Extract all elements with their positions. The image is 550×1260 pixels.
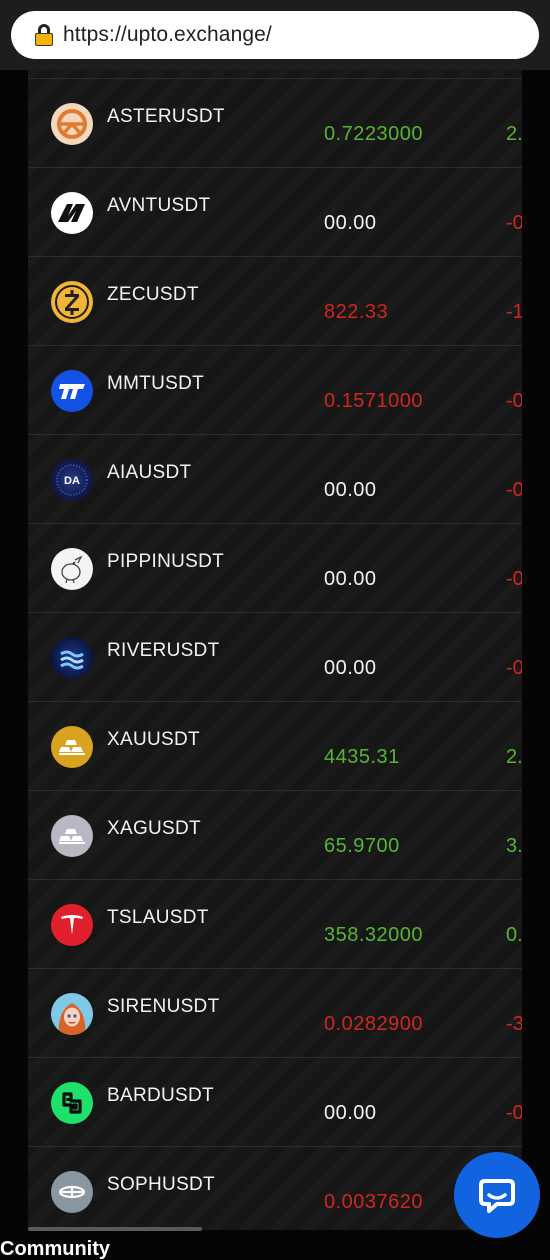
symbol-label: BARDUSDT — [107, 1085, 214, 1106]
pippin-coin-icon — [51, 548, 93, 590]
url-text[interactable]: https://upto.exchange/ — [63, 23, 272, 47]
market-row[interactable]: PIPPINUSDT 00.00 -0 — [28, 523, 522, 612]
gold-bars-icon — [51, 726, 93, 768]
market-row[interactable]: DA AIAUSDT 00.00 -0 — [28, 434, 522, 523]
symbol-label: TSLAUSDT — [107, 907, 209, 928]
symbol-label: XAUUSDT — [107, 729, 200, 750]
price-value: 0.1571000 — [324, 390, 424, 412]
chat-button[interactable] — [454, 1152, 540, 1238]
market-row[interactable]: ASTERUSDT 0.7223000 2. — [28, 78, 522, 167]
price-value: 0.0037620 — [324, 1191, 424, 1213]
aia-coin-icon: DA — [51, 459, 93, 501]
lock-icon — [35, 24, 53, 46]
aster-coin-icon — [51, 103, 93, 145]
svg-text:DA: DA — [64, 475, 80, 487]
change-value: -0 — [506, 1102, 522, 1124]
zec-coin-icon — [51, 281, 93, 323]
symbol-label: SOPHUSDT — [107, 1174, 215, 1195]
market-row[interactable]: AVNTUSDT 00.00 -0 — [28, 167, 522, 256]
siren-avatar-icon — [51, 993, 93, 1035]
symbol-label: ASTERUSDT — [107, 106, 225, 127]
river-coin-icon — [51, 637, 93, 679]
change-value: 0. — [506, 924, 522, 946]
symbol-label: AVNTUSDT — [107, 195, 211, 216]
silver-bars-icon — [51, 815, 93, 857]
mmt-coin-icon — [51, 370, 93, 412]
market-row[interactable]: BARDUSDT 00.00 -0 — [28, 1057, 522, 1146]
market-row[interactable]: SOPHUSDT 0.0037620 — [28, 1146, 522, 1230]
price-value: 65.9700 — [324, 835, 400, 857]
change-value: -1 — [506, 301, 522, 323]
price-value: 358.32000 — [324, 924, 424, 946]
price-value: 822.33 — [324, 301, 389, 323]
price-value: 00.00 — [324, 657, 377, 679]
market-row[interactable]: XAUUSDT 4435.31 2. — [28, 701, 522, 790]
price-value: 00.00 — [324, 1102, 377, 1124]
market-list: ASTERUSDT 0.7223000 2. AVNTUSDT 00.00 -0… — [28, 70, 522, 1230]
market-row[interactable]: MMTUSDT 0.1571000 -0 — [28, 345, 522, 434]
price-value: 0.7223000 — [324, 123, 424, 145]
symbol-label: ZECUSDT — [107, 284, 199, 305]
symbol-label: AIAUSDT — [107, 462, 192, 483]
soph-coin-icon — [51, 1171, 93, 1213]
price-value: 4435.31 — [324, 746, 400, 768]
price-value: 0.0282900 — [324, 1013, 424, 1035]
tesla-logo-icon — [51, 904, 93, 946]
market-row[interactable]: RIVERUSDT 00.00 -0 — [28, 612, 522, 701]
chat-bubble-icon — [479, 1179, 515, 1213]
market-row[interactable]: TSLAUSDT 358.32000 0. — [28, 879, 522, 968]
change-value: -0 — [506, 390, 522, 412]
change-value: -0 — [506, 568, 522, 590]
symbol-label: PIPPINUSDT — [107, 551, 225, 572]
community-heading: Community — [0, 1238, 110, 1260]
symbol-label: MMTUSDT — [107, 373, 205, 394]
symbol-label: SIRENUSDT — [107, 996, 220, 1017]
change-value: 2. — [506, 123, 522, 145]
change-value: -3 — [506, 1013, 522, 1035]
market-row[interactable]: SIRENUSDT 0.0282900 -3 — [28, 968, 522, 1057]
horizontal-scrollbar[interactable] — [28, 1227, 202, 1231]
price-value: 00.00 — [324, 212, 377, 234]
change-value: -0 — [506, 212, 522, 234]
browser-top-bar: https://upto.exchange/ — [0, 0, 550, 70]
change-value: 3. — [506, 835, 522, 857]
symbol-label: XAGUSDT — [107, 818, 201, 839]
symbol-label: RIVERUSDT — [107, 640, 220, 661]
change-value: 2. — [506, 746, 522, 768]
avnt-coin-icon — [51, 192, 93, 234]
change-value: -0 — [506, 479, 522, 501]
price-value: 00.00 — [324, 568, 377, 590]
price-value: 00.00 — [324, 479, 377, 501]
change-value: -0 — [506, 657, 522, 679]
bard-coin-icon — [51, 1082, 93, 1124]
market-row[interactable]: ZECUSDT 822.33 -1 — [28, 256, 522, 345]
address-bar[interactable]: https://upto.exchange/ — [11, 11, 539, 59]
market-row[interactable]: XAGUSDT 65.9700 3. — [28, 790, 522, 879]
